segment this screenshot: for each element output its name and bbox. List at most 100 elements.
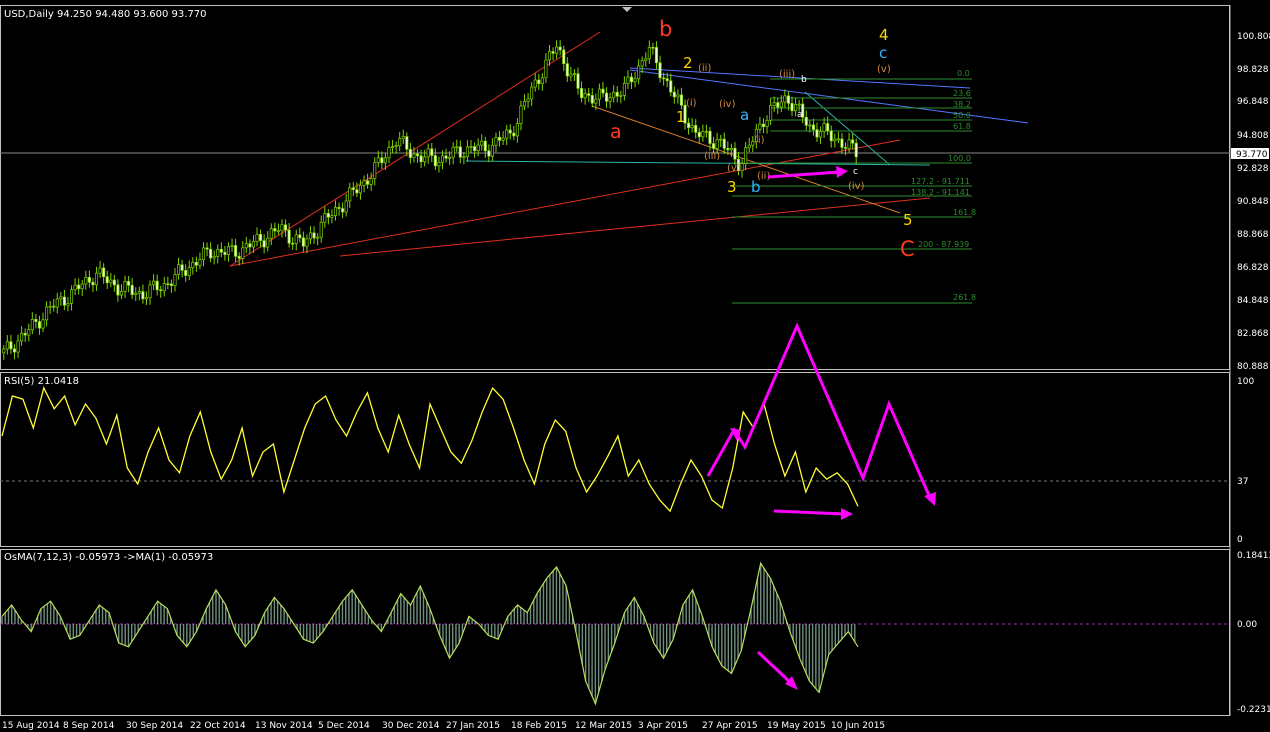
candle [644, 58, 648, 62]
candle [783, 95, 787, 103]
x-tick-label: 19 May 2015 [767, 721, 826, 731]
x-tick-label: 10 Jun 2015 [831, 721, 885, 731]
x-tick-label: 5 Dec 2014 [318, 721, 370, 731]
wave-label-red-C: C [900, 237, 915, 261]
candle [580, 88, 584, 99]
candle [608, 97, 612, 102]
candle [426, 148, 430, 158]
candle [733, 147, 737, 160]
candle [697, 131, 701, 138]
candle [437, 161, 441, 167]
candle [401, 136, 405, 139]
candle [843, 147, 848, 149]
price-tick-label: 96.848 [1237, 97, 1269, 107]
candle [73, 284, 77, 291]
candle [84, 277, 88, 285]
osma-panel-title: OsMA(7,12,3) -0.05973 ->MA(1) -0.05973 [4, 552, 213, 563]
candle [740, 163, 744, 172]
candle [601, 88, 605, 94]
candle [640, 60, 644, 67]
candle [291, 242, 295, 245]
fib-label: 61.8 [953, 122, 971, 131]
candle [829, 130, 833, 142]
rsi-tick-label: 37 [1237, 477, 1248, 487]
candle [476, 144, 480, 152]
candle [797, 103, 801, 106]
candle [654, 47, 659, 64]
candle [155, 280, 159, 291]
x-tick-label: 27 Jan 2015 [446, 721, 500, 731]
price-tick-label: 86.828 [1237, 263, 1269, 273]
candle [30, 318, 34, 331]
candle [308, 232, 313, 240]
candle [704, 130, 708, 133]
candle [69, 289, 74, 304]
candle [262, 240, 266, 248]
price-tick-label: 80.888 [1237, 362, 1269, 372]
candle [223, 251, 227, 255]
candle [451, 146, 455, 158]
candle [184, 270, 188, 276]
candle [109, 279, 113, 284]
wave-label-1: 1 [676, 108, 686, 126]
candle [647, 47, 651, 60]
candle [244, 243, 248, 249]
x-tick-label: 30 Dec 2014 [382, 721, 440, 731]
candle [358, 185, 363, 194]
candle [612, 91, 616, 99]
wave-label-2: 2 [683, 54, 693, 72]
candle [12, 348, 17, 353]
candle [387, 147, 391, 159]
osma-tick-label: 0.00 [1237, 620, 1257, 630]
candle [458, 146, 462, 158]
candle [251, 241, 256, 248]
candle [854, 142, 858, 158]
x-tick-label: 30 Sep 2014 [126, 721, 183, 731]
candle [77, 284, 81, 290]
trading-chart: USD,Daily 94.250 94.480 93.600 93.770 RS… [0, 0, 1270, 732]
candle [391, 146, 395, 148]
candle [130, 284, 134, 296]
fib-label: 0.0 [957, 69, 970, 78]
x-tick-label: 15 Aug 2014 [2, 721, 60, 731]
candle [804, 116, 808, 126]
candle [241, 247, 245, 259]
candle [298, 234, 302, 239]
candle [362, 180, 366, 186]
candle [555, 46, 559, 54]
rsi-panel-title: RSI(5) 21.0418 [4, 376, 79, 387]
candle [637, 65, 641, 80]
candle [105, 276, 109, 284]
candle [333, 207, 338, 216]
candle [116, 284, 120, 296]
price-tick-label: 84.848 [1237, 296, 1269, 306]
candle [508, 129, 512, 134]
candle [833, 138, 837, 142]
wave-label-cyan-a: a [740, 106, 749, 124]
candle [380, 157, 384, 164]
candle [604, 92, 609, 102]
candle [148, 284, 152, 299]
candle [597, 88, 601, 100]
candle [572, 73, 577, 76]
candle [483, 140, 487, 152]
candle [512, 132, 516, 137]
candle [102, 267, 106, 278]
candle [269, 228, 273, 239]
candle [840, 138, 844, 148]
candle [394, 145, 398, 147]
candle [62, 296, 66, 306]
wave-label-3: 3 [727, 178, 737, 196]
candle [212, 256, 216, 259]
candle [119, 291, 124, 296]
candle [173, 274, 177, 286]
candle [301, 237, 305, 247]
candle [226, 246, 231, 255]
fib-label: 261.8 [953, 293, 976, 302]
candle [255, 233, 259, 242]
candle [726, 147, 730, 151]
candle [127, 280, 131, 286]
candle [351, 187, 355, 190]
candle [847, 139, 851, 149]
candle [544, 59, 548, 79]
